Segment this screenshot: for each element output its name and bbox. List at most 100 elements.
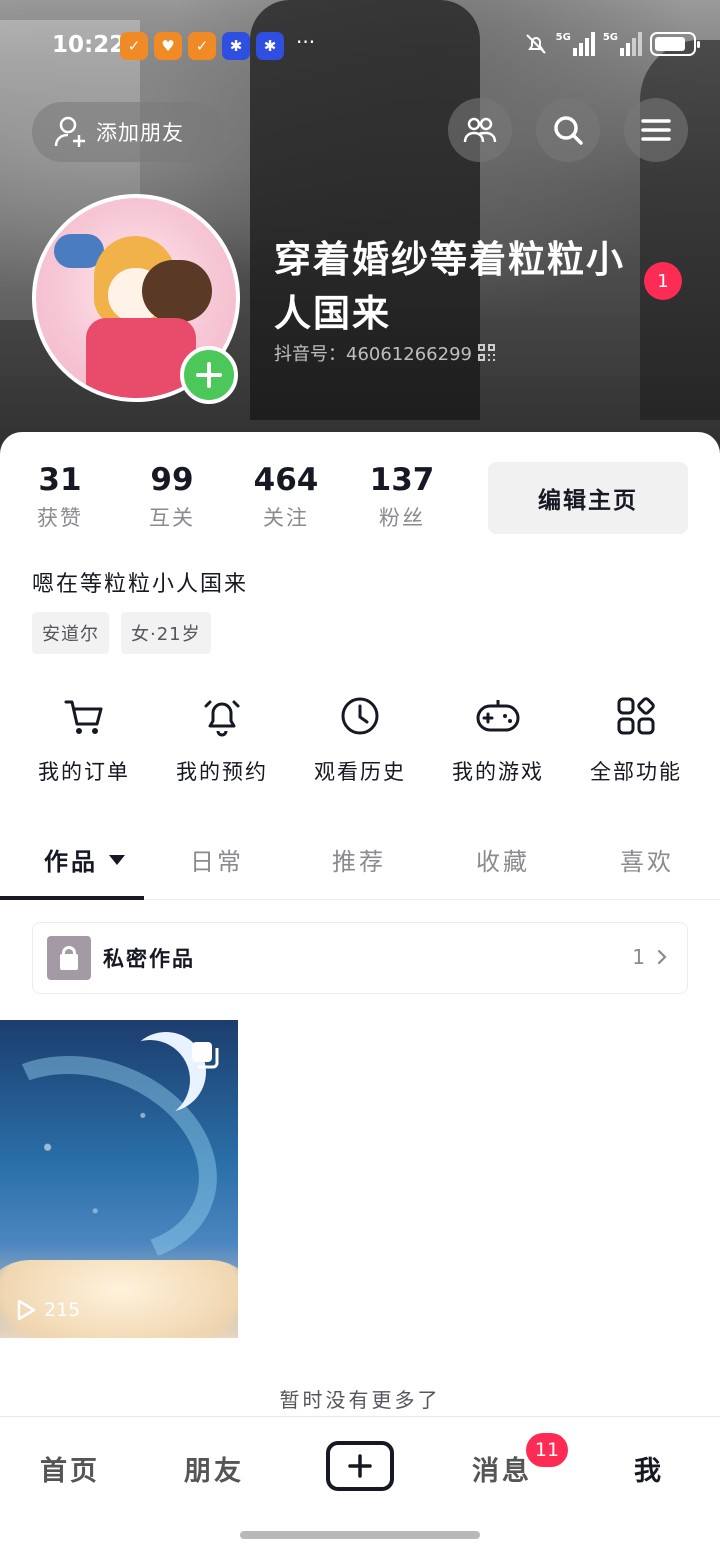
content-tabs: 作品 日常 推荐 收藏 喜欢 — [0, 830, 720, 900]
edit-profile-button[interactable]: 编辑主页 — [488, 462, 688, 534]
nav-home[interactable]: 首页 — [40, 1449, 100, 1488]
douyin-id[interactable]: 抖音号：46061266299 — [274, 340, 496, 366]
menu-icon — [641, 119, 671, 141]
notification-icons: ✓ ♥ ✓ ✱ ✱ — [120, 32, 284, 60]
chevron-right-icon — [657, 949, 667, 965]
signal-icon-2: 5G — [603, 32, 642, 56]
messages-badge: 11 — [526, 1433, 568, 1467]
create-button[interactable] — [326, 1441, 394, 1491]
cover-image-right — [640, 40, 720, 420]
avatar-art — [86, 318, 196, 398]
status-right: 5G 5G — [524, 32, 700, 56]
mute-icon — [525, 34, 546, 54]
tab-label: 作品 — [44, 848, 98, 876]
star-notification-icon: ✱ — [222, 32, 250, 60]
signal-icon: 5G — [556, 32, 595, 56]
add-story-button[interactable] — [180, 346, 238, 404]
app-notification-icon: ✓ — [188, 32, 216, 60]
heart-notification-icon: ♥ — [154, 32, 182, 60]
feature-shortcuts: 我的订单 我的预约 观看历史 我的游戏 全部功能 — [0, 690, 720, 790]
home-indicator[interactable] — [240, 1531, 480, 1539]
grid-icon — [617, 697, 655, 735]
no-more-text: 暂时没有更多了 — [279, 1388, 441, 1412]
avatar-art — [142, 260, 212, 322]
private-works-label: 私密作品 — [103, 947, 195, 971]
stat-mutual[interactable]: 99 互关 — [140, 462, 204, 532]
private-works-count: 1 — [632, 945, 667, 969]
status-time: 10:22 — [52, 32, 126, 58]
lock-icon — [47, 936, 91, 980]
nav-messages[interactable]: 消息 — [472, 1449, 532, 1488]
tab-works[interactable]: 作品 — [44, 842, 126, 877]
tab-daily[interactable]: 日常 — [190, 842, 244, 877]
multi-image-icon — [192, 1042, 219, 1069]
menu-button[interactable] — [624, 98, 688, 162]
feature-orders[interactable]: 我的订单 — [19, 690, 149, 786]
stat-label: 关注 — [263, 506, 309, 530]
nav-me[interactable]: 我 — [634, 1449, 664, 1488]
friends-icon — [463, 117, 497, 143]
play-count-value: 215 — [44, 1299, 81, 1321]
video-thumbnail[interactable]: 215 — [0, 1020, 238, 1338]
bio-text: 嗯在等粒粒小人国来 — [32, 572, 249, 597]
private-works-row[interactable]: 私密作品 1 — [32, 922, 688, 994]
visitors-button[interactable] — [448, 98, 512, 162]
nav-friends[interactable]: 朋友 — [184, 1449, 244, 1488]
stat-likes[interactable]: 31 获赞 — [30, 462, 90, 532]
stat-value: 137 — [369, 462, 435, 498]
search-button[interactable] — [536, 98, 600, 162]
gamepad-icon — [476, 700, 520, 732]
stat-label: 互关 — [149, 506, 195, 530]
stat-label: 粉丝 — [379, 506, 425, 530]
play-icon — [17, 1299, 36, 1321]
bottom-navigation: 首页 朋友 消息 11 我 — [0, 1416, 720, 1558]
plus-icon — [348, 1454, 372, 1478]
play-count: 215 — [14, 1298, 80, 1322]
notification-badge[interactable]: 1 — [644, 262, 682, 300]
tab-favorites[interactable]: 收藏 — [476, 842, 530, 877]
star-notification-icon: ✱ — [256, 32, 284, 60]
add-friend-button[interactable]: 添加朋友 — [32, 102, 224, 162]
stat-value: 464 — [253, 462, 319, 498]
profile-tags: 安道尔 女·21岁 — [32, 612, 211, 654]
gender-age-tag: 女·21岁 — [121, 612, 211, 654]
more-notifications-icon: ··· — [296, 30, 316, 54]
search-icon — [554, 116, 583, 145]
location-tag: 安道尔 — [32, 612, 109, 654]
feature-label: 全部功能 — [590, 760, 682, 784]
clock-icon — [341, 697, 379, 735]
tab-likes[interactable]: 喜欢 — [620, 842, 674, 877]
status-bar: 10:22 ✓ ♥ ✓ ✱ ✱ ··· 5G 5G — [0, 26, 720, 66]
feature-history[interactable]: 观看历史 — [295, 690, 425, 786]
add-friend-label: 添加朋友 — [96, 121, 184, 145]
stat-value: 99 — [150, 462, 194, 498]
feature-games[interactable]: 我的游戏 — [433, 690, 563, 786]
stat-following[interactable]: 464 关注 — [250, 462, 322, 532]
app-notification-icon: ✓ — [120, 32, 148, 60]
feature-all[interactable]: 全部功能 — [571, 690, 701, 786]
signal-label: 5G — [602, 32, 618, 43]
stat-followers[interactable]: 137 粉丝 — [366, 462, 438, 532]
signal-label: 5G — [555, 32, 571, 43]
stats-row: 31 获赞 99 互关 464 关注 137 粉丝 — [0, 462, 460, 542]
plus-icon — [196, 362, 222, 388]
feature-label: 观看历史 — [314, 760, 406, 784]
feature-label: 我的订单 — [38, 760, 130, 784]
feature-label: 我的游戏 — [452, 760, 544, 784]
bell-icon — [204, 700, 240, 737]
private-count-value: 1 — [632, 945, 645, 969]
stat-value: 31 — [38, 462, 82, 498]
feature-reservations[interactable]: 我的预约 — [157, 690, 287, 786]
douyin-id-text: 抖音号：46061266299 — [274, 344, 472, 365]
cart-icon — [64, 700, 103, 734]
active-tab-indicator — [0, 896, 144, 900]
battery-icon — [650, 32, 700, 56]
stat-label: 获赞 — [37, 506, 83, 530]
username: 穿着婚纱等着粒粒小人国来 — [274, 237, 625, 335]
add-user-icon — [54, 116, 85, 147]
qr-code-icon[interactable] — [477, 344, 496, 362]
tab-recommend[interactable]: 推荐 — [332, 842, 386, 877]
caret-down-icon — [109, 854, 125, 865]
feature-label: 我的预约 — [176, 760, 268, 784]
video-art — [110, 1040, 190, 1120]
